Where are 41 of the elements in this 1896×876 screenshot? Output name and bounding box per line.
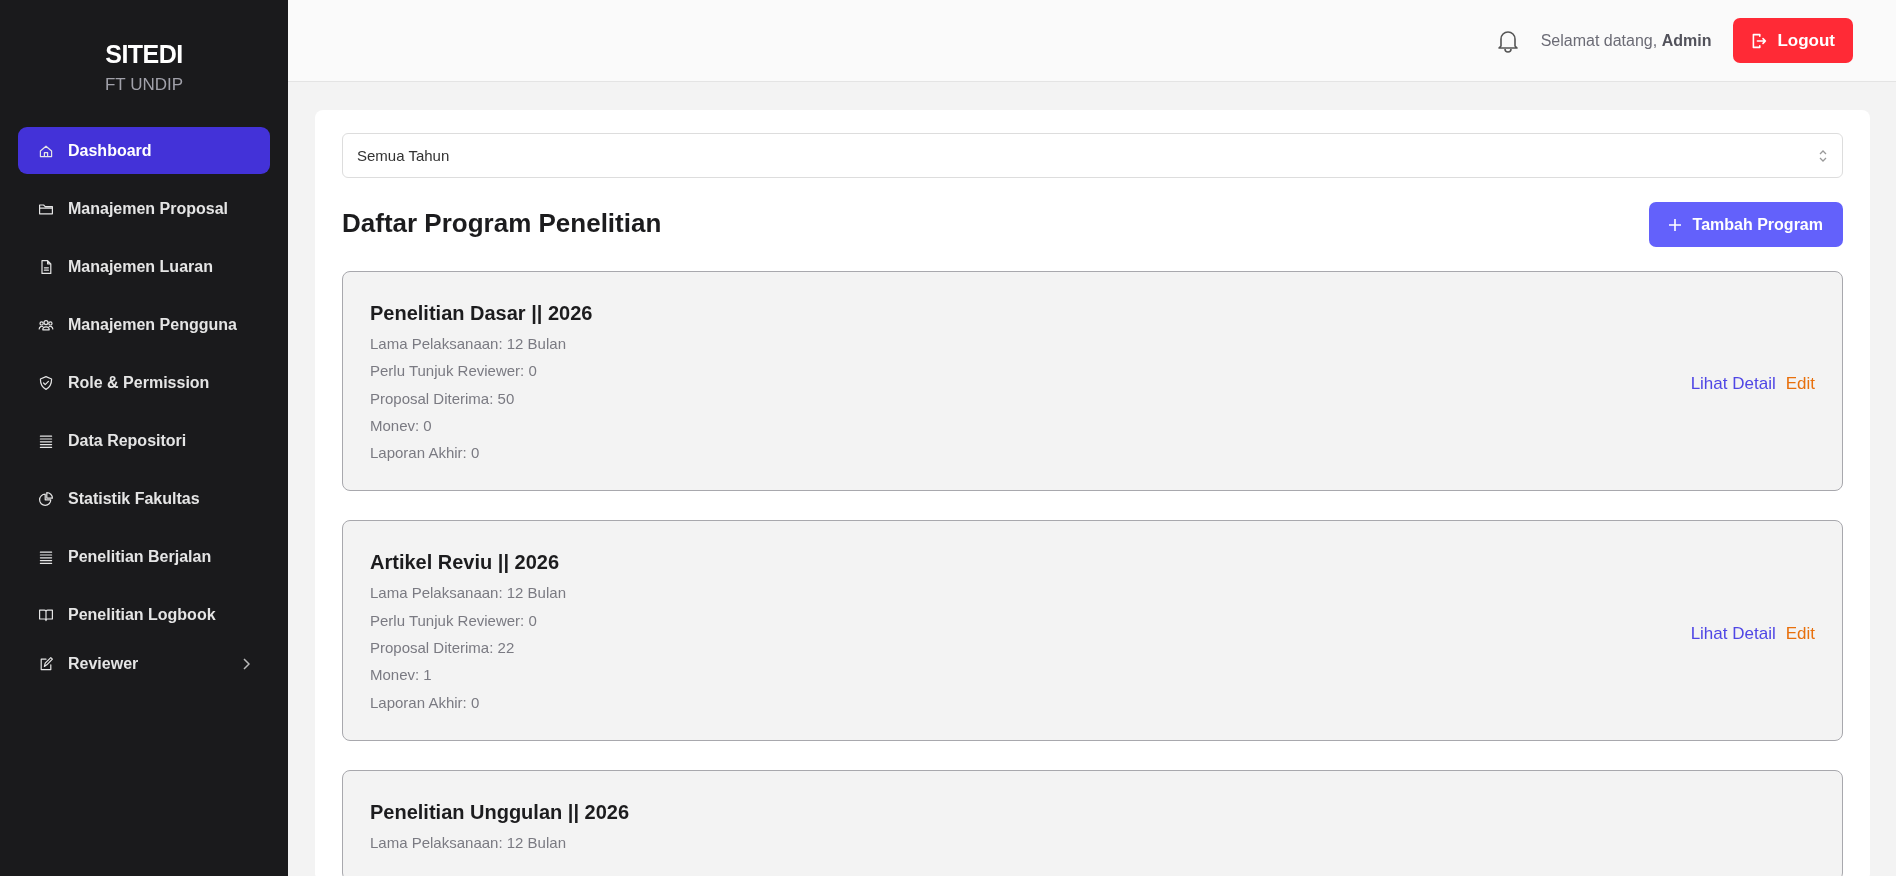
program-detail: Laporan Akhir: 0 bbox=[370, 692, 481, 713]
sidebar-item[interactable]: Penelitian Logbook bbox=[18, 591, 270, 638]
program-title: Penelitian Unggulan || 2026 bbox=[370, 800, 630, 824]
chevron-right-icon bbox=[242, 658, 250, 670]
program-detail: Lama Pelaksanaan: 12 Bulan bbox=[370, 583, 566, 604]
program-detail: Lama Pelaksanaan: 12 Bulan bbox=[370, 832, 567, 853]
sidebar-item[interactable]: Statistik Fakultas bbox=[18, 475, 270, 522]
sidebar-item[interactable]: Dashboard bbox=[18, 127, 270, 174]
shield-icon bbox=[38, 374, 54, 391]
program-detail: Perlu Tunjuk Reviewer: 0 bbox=[370, 361, 538, 382]
program-detail: Monev: 1 bbox=[370, 665, 433, 686]
view-detail-link[interactable]: Lihat Detail bbox=[1690, 623, 1776, 644]
edit-icon bbox=[38, 656, 54, 672]
add-program-button[interactable]: Tambah Program bbox=[1648, 202, 1843, 247]
program-title: Penelitian Dasar || 2026 bbox=[370, 302, 593, 325]
program-detail: Lama Pelaksanaan: 12 Bulan bbox=[370, 334, 567, 354]
sidebar-item[interactable]: Reviewer bbox=[18, 649, 270, 679]
welcome-text: Selamat datang, Admin bbox=[1540, 31, 1712, 50]
program-detail: Perlu Tunjuk Reviewer: 0 bbox=[370, 610, 538, 631]
sidebar-item[interactable]: Manajemen Pengguna bbox=[18, 301, 270, 348]
notification-bell-icon[interactable] bbox=[1496, 28, 1519, 53]
app-title: SITEDI bbox=[105, 40, 183, 69]
program-detail: Proposal Diterima: 50 bbox=[370, 388, 516, 409]
document-icon bbox=[38, 258, 54, 275]
program-detail: Laporan Akhir: 0 bbox=[370, 443, 481, 464]
sidebar-item[interactable]: Manajemen Luaran bbox=[18, 243, 270, 290]
plus-icon bbox=[1668, 218, 1681, 231]
app-subtitle: FT UNDIP bbox=[104, 75, 184, 95]
pie-chart-icon bbox=[38, 490, 54, 507]
page-heading: Daftar Program Penelitian bbox=[342, 207, 662, 239]
program-detail: Monev: 0 bbox=[370, 415, 433, 436]
year-select[interactable]: Semua Tahun bbox=[342, 133, 1843, 178]
program-detail: Proposal Diterima: 22 bbox=[370, 638, 516, 659]
program-title: Artikel Reviu || 2026 bbox=[370, 551, 560, 575]
sidebar-item[interactable]: Role & Permission bbox=[18, 359, 270, 406]
logout-icon bbox=[1751, 32, 1768, 49]
sidebar-item[interactable]: Manajemen Proposal bbox=[18, 185, 270, 232]
sidebar-item[interactable]: Data Repositori bbox=[18, 417, 270, 464]
view-detail-link[interactable]: Lihat Detail bbox=[1690, 374, 1776, 395]
logout-button[interactable]: Logout bbox=[1733, 18, 1853, 63]
sidebar-item[interactable]: Penelitian Berjalan bbox=[18, 533, 270, 580]
